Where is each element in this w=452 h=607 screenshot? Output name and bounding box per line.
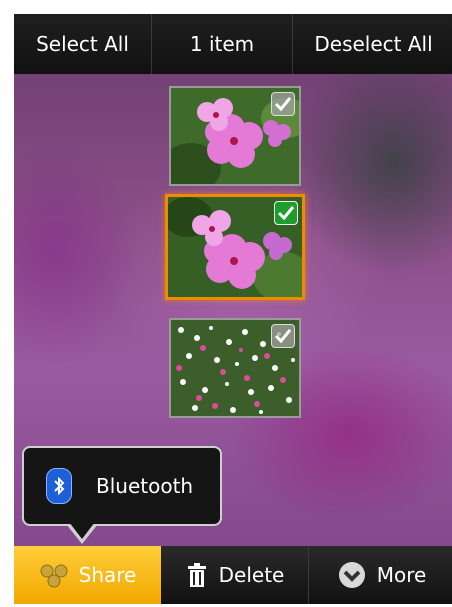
more-button[interactable]: More [309,546,452,604]
share-button[interactable]: Share [14,546,161,604]
share-icon [39,561,69,589]
bottom-action-bar: Share Delete More [14,546,452,604]
photo-thumbnail[interactable] [169,318,301,418]
delete-button[interactable]: Delete [161,546,309,604]
trash-icon [185,562,209,588]
chevron-down-circle-icon [337,560,367,590]
bluetooth-icon [46,468,72,504]
select-all-button[interactable]: Select All [14,14,151,74]
bluetooth-option[interactable]: Bluetooth [96,474,193,498]
gallery-screen: Select All 1 item Deselect All Bluetooth… [14,14,452,604]
selection-checkbox[interactable] [271,324,295,348]
share-options-popup: Bluetooth [22,446,222,526]
selected-count: 1 item [189,32,255,56]
checkmark-icon [277,206,295,221]
checkmark-icon [274,329,292,344]
share-label: Share [78,563,137,587]
popup-pointer-fill [69,522,95,539]
checkmark-icon [274,97,292,112]
photo-thumbnail-selected[interactable] [165,194,305,300]
selection-checkbox-checked[interactable] [274,201,298,225]
selection-action-bar: Select All 1 item Deselect All [14,14,452,74]
selection-checkbox[interactable] [271,92,295,116]
delete-label: Delete [218,563,285,587]
more-label: More [376,563,427,587]
deselect-all-button[interactable]: Deselect All [293,14,452,74]
photo-thumbnail[interactable] [169,86,301,186]
